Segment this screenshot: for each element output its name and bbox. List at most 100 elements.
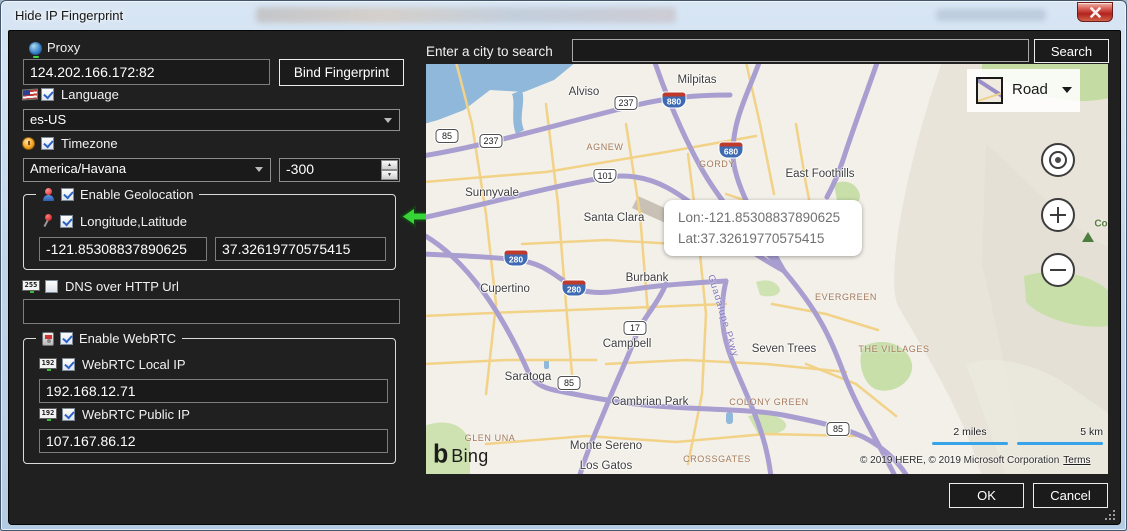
zoom-in-button[interactable] bbox=[1041, 198, 1075, 232]
ok-button[interactable]: OK bbox=[949, 483, 1024, 508]
map-city-label: Cambrian Park bbox=[612, 396, 689, 408]
map-style-selector[interactable]: Road bbox=[967, 69, 1080, 112]
spinner-down-button[interactable]: ▼ bbox=[381, 170, 398, 180]
close-button[interactable] bbox=[1077, 2, 1113, 22]
clock-icon bbox=[22, 137, 35, 150]
search-label: Enter a city to search bbox=[426, 44, 553, 59]
webrtc-legend: Enable WebRTC bbox=[36, 329, 182, 348]
cancel-button[interactable]: Cancel bbox=[1033, 483, 1108, 508]
proxy-label: Proxy bbox=[47, 40, 80, 55]
copyright-text: © 2019 HERE, © 2019 Microsoft Corporatio… bbox=[860, 455, 1059, 466]
map-city-label: Campbell bbox=[603, 338, 652, 350]
webrtc-checkbox[interactable] bbox=[60, 332, 73, 345]
map-canvas[interactable]: Alviso Milpitas Sunnyvale Santa Clara East F… bbox=[426, 64, 1108, 474]
webrtc-device-icon bbox=[42, 332, 54, 346]
geolocation-legend: Enable Geolocation bbox=[36, 185, 199, 204]
geolocation-pin-icon bbox=[42, 188, 55, 202]
zoom-out-button[interactable] bbox=[1041, 253, 1075, 287]
ip-badge-icon: 192 bbox=[39, 358, 57, 369]
map-city-label: Sunnyvale bbox=[465, 187, 519, 199]
scale-km-bar bbox=[1017, 442, 1103, 445]
map-city-label: Saratoga bbox=[505, 371, 552, 383]
geolocation-group: Enable Geolocation Longitude,Latitude bbox=[23, 194, 396, 270]
background-window-blur bbox=[936, 9, 1046, 21]
proxy-address-input[interactable] bbox=[23, 59, 270, 85]
chevron-down-icon bbox=[1062, 87, 1072, 98]
webrtc-local-ip-input[interactable] bbox=[39, 379, 388, 403]
webrtc-label: Enable WebRTC bbox=[79, 331, 176, 346]
scale-miles-label: 2 miles bbox=[932, 426, 1008, 438]
locate-icon bbox=[1049, 151, 1067, 169]
latitude-input[interactable] bbox=[215, 237, 386, 261]
dns-checkbox[interactable] bbox=[45, 280, 58, 293]
geolocation-checkbox[interactable] bbox=[61, 188, 74, 201]
search-input[interactable] bbox=[572, 39, 1029, 62]
resize-grip[interactable] bbox=[1103, 508, 1116, 521]
us-flag-icon bbox=[22, 88, 38, 100]
route-shield: 280 bbox=[563, 281, 586, 296]
dns-icon: 255 bbox=[22, 280, 40, 291]
background-window-blur bbox=[256, 7, 676, 23]
route-shield: 880 bbox=[663, 93, 686, 108]
route-shield: 280 bbox=[505, 251, 528, 266]
dns-url-input[interactable] bbox=[23, 299, 400, 324]
webrtc-local-checkbox[interactable] bbox=[62, 358, 75, 371]
map-style-thumbnail-icon bbox=[976, 77, 1003, 104]
route-shield: 85 bbox=[558, 376, 581, 390]
lonlat-label: Longitude,Latitude bbox=[80, 214, 187, 229]
timezone-offset-spinner[interactable]: -300 ▲ ▼ bbox=[279, 158, 400, 182]
map-city-label: Milpitas bbox=[678, 74, 717, 86]
route-shield: 85 bbox=[827, 422, 850, 436]
map-city-label: Monte Sereno bbox=[570, 440, 642, 452]
webrtc-local-label: WebRTC Local IP bbox=[82, 357, 186, 372]
scale-miles-bar bbox=[932, 442, 1008, 445]
map-city-label: East Foothills bbox=[785, 168, 854, 180]
lonlat-checkbox[interactable] bbox=[60, 215, 73, 228]
map-road-label: Guadalupe Pkwy bbox=[705, 273, 741, 358]
map-city-label: Los Gatos bbox=[580, 460, 632, 472]
map-area-label: COLONY GREEN bbox=[729, 397, 809, 407]
timezone-offset-value: -300 bbox=[286, 161, 314, 177]
coordinates-tooltip: Lon:-121.85308837890625 Lat:37.326197705… bbox=[664, 200, 862, 256]
map-area-label: GLEN UNA bbox=[465, 433, 516, 443]
pushpin-icon bbox=[41, 214, 55, 228]
webrtc-public-checkbox[interactable] bbox=[62, 408, 75, 421]
map-city-label: Alviso bbox=[569, 86, 600, 98]
tooltip-longitude: Lon:-121.85308837890625 bbox=[678, 207, 862, 228]
map-area-label: AGNEW bbox=[586, 142, 623, 152]
globe-icon bbox=[29, 42, 42, 55]
webrtc-group: Enable WebRTC 192 WebRTC Local IP 192 We… bbox=[23, 338, 396, 464]
timezone-select[interactable]: America/Havana bbox=[23, 158, 271, 182]
scale-km-label: 5 km bbox=[1017, 426, 1103, 438]
locate-button[interactable] bbox=[1041, 143, 1075, 177]
map-city-label: Seven Trees bbox=[752, 343, 817, 355]
dns-label: DNS over HTTP Url bbox=[65, 279, 179, 294]
timezone-checkbox[interactable] bbox=[41, 137, 54, 150]
map-style-label: Road bbox=[1012, 81, 1048, 98]
language-select[interactable]: es-US bbox=[23, 109, 400, 131]
webrtc-public-ip-input[interactable] bbox=[39, 429, 388, 453]
map-area-label: THE VILLAGES bbox=[858, 344, 929, 354]
terms-link[interactable]: Terms bbox=[1063, 455, 1090, 466]
ip-badge-icon: 192 bbox=[39, 408, 57, 419]
map-green-label: Co bbox=[1094, 219, 1107, 230]
tooltip-latitude: Lat:37.32619770575415 bbox=[678, 228, 862, 249]
window-frame: Hide IP Fingerprint Proxy Bind Fingerpri… bbox=[0, 0, 1127, 531]
title-bar[interactable]: Hide IP Fingerprint bbox=[1, 1, 1126, 30]
route-shield: 680 bbox=[720, 143, 743, 158]
map-city-label: Santa Clara bbox=[584, 212, 645, 224]
bing-logo-text: Bing bbox=[451, 446, 488, 467]
timezone-label: Timezone bbox=[61, 136, 118, 151]
route-shield: 237 bbox=[614, 96, 637, 110]
bind-fingerprint-button[interactable]: Bind Fingerprint bbox=[279, 59, 404, 86]
longitude-input[interactable] bbox=[39, 237, 207, 261]
map-city-label: Burbank bbox=[626, 272, 669, 284]
map-area-label: EVERGREEN bbox=[815, 292, 877, 302]
map-city-label: Cupertino bbox=[480, 283, 530, 295]
language-checkbox[interactable] bbox=[41, 88, 54, 101]
search-button[interactable]: Search bbox=[1034, 39, 1109, 63]
spinner-up-button[interactable]: ▲ bbox=[381, 160, 398, 170]
bing-logo[interactable]: b Bing bbox=[433, 443, 489, 467]
language-label: Language bbox=[61, 87, 119, 102]
route-shield: 17 bbox=[624, 321, 647, 335]
